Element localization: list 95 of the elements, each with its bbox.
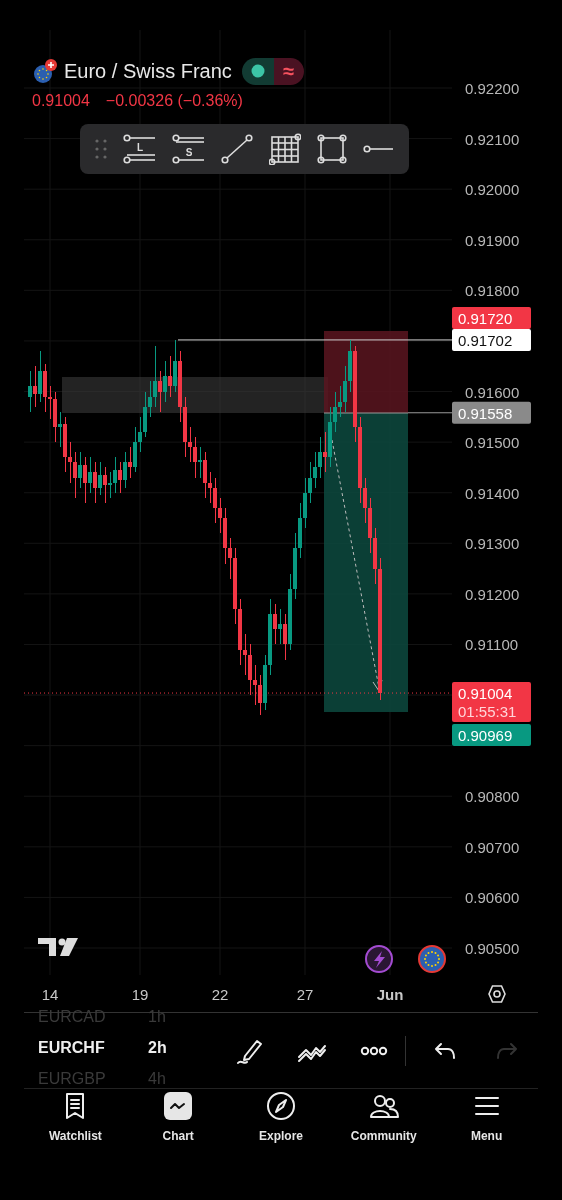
price-axis-label: 0.90500 xyxy=(465,940,520,957)
long-position-drawing[interactable] xyxy=(323,331,409,712)
candlestick xyxy=(58,411,62,448)
price-axis-label: 0.91200 xyxy=(465,585,520,603)
candlestick xyxy=(333,391,337,433)
lightning-icon[interactable] xyxy=(365,945,393,973)
candlestick xyxy=(28,370,32,413)
candlestick xyxy=(318,436,322,479)
candlestick xyxy=(323,431,327,473)
candlestick xyxy=(188,426,192,463)
price-axis-label: 0.91600 xyxy=(465,383,520,401)
price-tag: 0.91702 xyxy=(452,328,531,351)
entry-line xyxy=(407,412,453,414)
candlestick xyxy=(158,370,162,413)
candlestick xyxy=(208,471,212,504)
price-axis-label: 0.90700 xyxy=(465,838,520,856)
currency-pair-icon xyxy=(32,57,60,85)
nav-tab[interactable]: Menu xyxy=(435,1089,538,1158)
last-price: 0.91004 xyxy=(32,91,90,111)
candlestick xyxy=(338,385,342,418)
price-change: −0.00326 (−0.36%) xyxy=(105,91,243,111)
drag-handle-icon[interactable] xyxy=(93,137,108,161)
candlestick xyxy=(78,451,82,489)
candlestick xyxy=(93,461,97,504)
price-axis-label: 0.91800 xyxy=(465,282,520,300)
settings-icon[interactable] xyxy=(488,985,506,1003)
price-axis-label: 0.91500 xyxy=(465,434,520,452)
time-axis-label: 19 xyxy=(131,986,149,1003)
symbol-item[interactable]: EURCHF 2h xyxy=(38,1036,219,1059)
status-dot-icon xyxy=(250,64,265,78)
candlestick xyxy=(198,446,202,479)
candlestick xyxy=(118,461,122,494)
candlestick xyxy=(363,477,367,524)
nav-tab[interactable]: Watchlist xyxy=(24,1089,127,1158)
candlestick xyxy=(343,365,347,413)
explore-icon xyxy=(266,1091,296,1121)
candlestick xyxy=(253,664,257,706)
candlestick xyxy=(68,441,72,484)
candlestick xyxy=(228,537,232,580)
candlestick xyxy=(128,446,132,479)
candlestick xyxy=(243,633,247,676)
symbol-title[interactable]: Euro / Swiss Franc xyxy=(64,56,232,86)
candlestick xyxy=(153,345,157,408)
candlestick xyxy=(48,385,52,420)
price-axis-label: 0.91900 xyxy=(465,231,520,249)
time-axis-label: 22 xyxy=(211,986,229,1003)
trend-line-icon[interactable] xyxy=(221,134,254,164)
price-axis-label: 0.90800 xyxy=(465,788,520,806)
price-axis-label: 0.92100 xyxy=(465,130,520,148)
price-tag: 0.91720 xyxy=(452,306,531,329)
candlestick xyxy=(148,380,152,418)
price-axis-label: 0.91400 xyxy=(465,484,520,502)
nav-tab[interactable]: Chart xyxy=(126,1089,230,1158)
horizontal-ray-icon[interactable] xyxy=(363,142,396,156)
logo-icon xyxy=(38,938,78,956)
price-axis-label: 0.91100 xyxy=(465,636,519,654)
candlestick xyxy=(163,360,167,403)
price-axis-label: 0.92000 xyxy=(465,181,520,199)
candlestick xyxy=(38,350,42,403)
price-tag: 0.91004 01:55:31 xyxy=(452,682,531,723)
candlestick xyxy=(193,436,197,479)
time-axis-label: Jun xyxy=(376,986,404,1003)
time-axis-label: 14 xyxy=(41,986,59,1003)
price-axis-label: 0.92200 xyxy=(465,80,520,97)
candlestick xyxy=(203,451,207,499)
candlestick xyxy=(83,456,87,504)
candlestick xyxy=(168,355,172,398)
nav-tab[interactable]: Community xyxy=(332,1089,436,1158)
candlestick xyxy=(138,416,142,453)
chart-icon xyxy=(163,1091,194,1121)
candlestick xyxy=(213,477,217,524)
candlestick xyxy=(283,613,287,661)
nav-tab[interactable]: Explore xyxy=(229,1089,333,1158)
grid-icon[interactable] xyxy=(268,133,301,165)
candlestick xyxy=(88,456,92,494)
candlestick xyxy=(278,608,282,645)
flag-icon[interactable] xyxy=(418,945,446,973)
price-tag: 0.91558 xyxy=(452,401,531,424)
candlestick xyxy=(98,461,102,496)
candlestick xyxy=(103,466,107,504)
rectangle-icon[interactable] xyxy=(316,133,349,165)
candlestick xyxy=(308,461,312,504)
price-axis-label: 0.91300 xyxy=(465,535,520,553)
price-tag: 0.90969 xyxy=(452,724,531,747)
candlestick xyxy=(113,456,117,494)
time-axis-label: 27 xyxy=(296,986,314,1003)
candlestick xyxy=(73,451,77,499)
candlestick xyxy=(33,365,37,408)
candlestick xyxy=(108,471,112,499)
candlestick xyxy=(313,451,317,489)
candlestick xyxy=(258,674,262,716)
candlestick xyxy=(218,497,222,534)
price-axis-label: 0.90600 xyxy=(465,889,520,907)
candlestick xyxy=(123,451,127,489)
candlestick xyxy=(273,603,277,645)
